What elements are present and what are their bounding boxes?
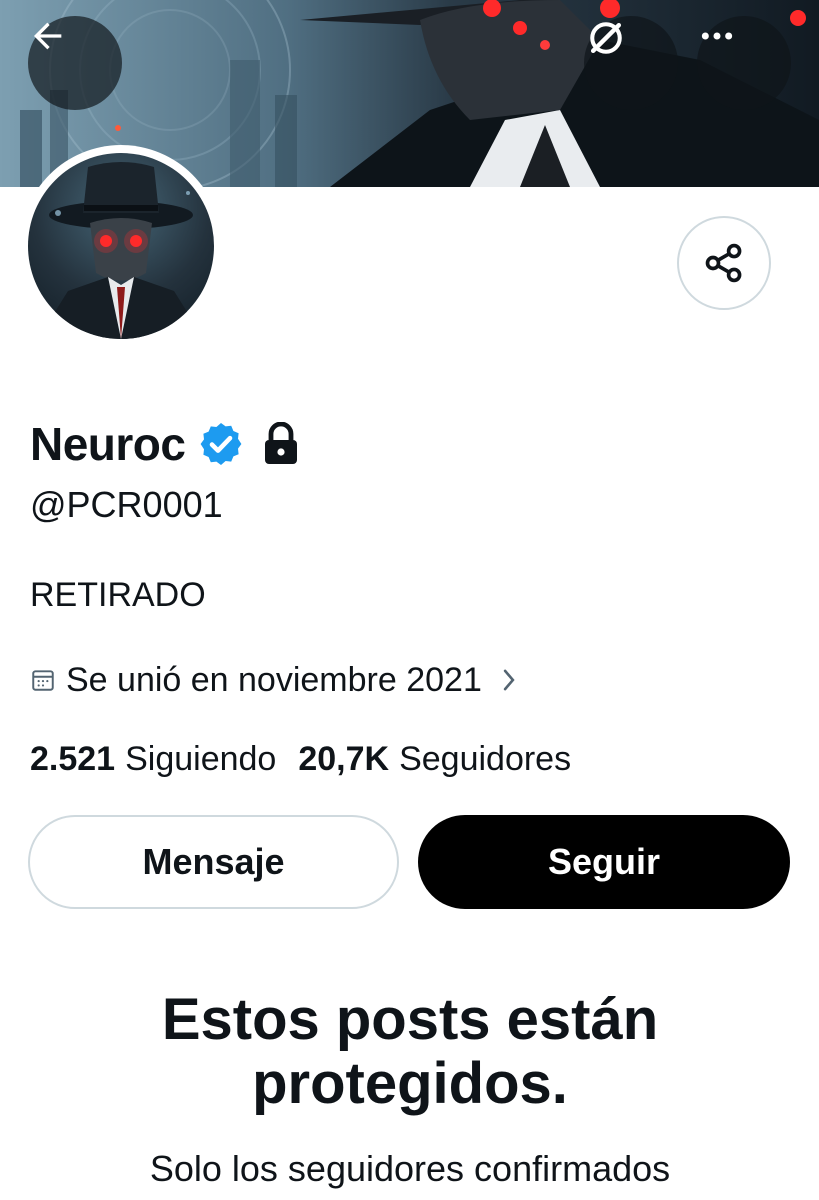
chevron-right-icon [503, 669, 515, 691]
followers-count: 20,7K [298, 740, 390, 778]
avatar-illustration [38, 162, 204, 339]
followers-stat[interactable]: 20,7K Seguidores [298, 740, 571, 779]
avatar[interactable] [20, 145, 222, 347]
calendar-icon [32, 670, 54, 691]
handle: @PCR0001 [30, 484, 223, 525]
more-options-button[interactable] [697, 16, 791, 110]
arrow-left-icon [34, 22, 62, 50]
joined-date: Se unió en noviembre 2021 [66, 660, 482, 699]
grok-button[interactable] [584, 16, 678, 110]
profile-page: Neuroc @PCR0001 RETIRADO Se unió en novi… [0, 0, 819, 1200]
bio: RETIRADO [30, 576, 206, 614]
following-stat[interactable]: 2.521 Siguiendo [30, 740, 276, 779]
display-name: Neuroc [30, 418, 186, 470]
protected-posts-subtitle: Solo los seguidores confirmados [149, 1148, 671, 1189]
avatar-image [28, 153, 214, 339]
more-horizontal-icon [701, 32, 733, 40]
follow-stats: 2.521 Siguiendo 20,7K Seguidores [30, 740, 571, 779]
share-button[interactable] [677, 216, 771, 310]
share-icon [705, 243, 742, 283]
joined-date-row[interactable]: Se unió en noviembre 2021 [30, 656, 520, 704]
following-label: Siguiendo [125, 740, 277, 778]
name-row: Neuroc [30, 414, 301, 474]
protected-posts-title: Estos posts están protegidos. [161, 987, 659, 1116]
verified-badge-icon[interactable] [197, 420, 245, 468]
grok-icon [590, 22, 622, 54]
back-button[interactable] [28, 16, 122, 110]
lock-icon [265, 422, 298, 464]
message-button[interactable]: Mensaje [28, 815, 399, 909]
follow-button[interactable]: Seguir [418, 815, 790, 909]
followers-label: Seguidores [399, 740, 572, 778]
following-count: 2.521 [30, 740, 116, 778]
